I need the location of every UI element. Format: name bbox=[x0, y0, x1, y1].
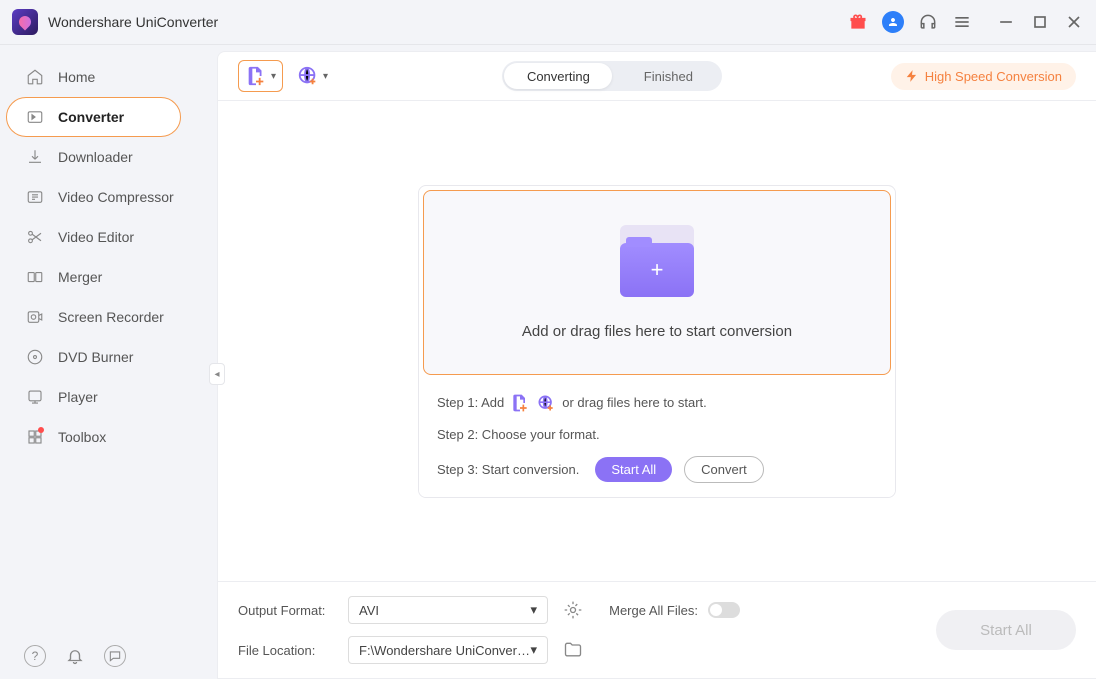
main-panel: ▾ ▾ Converting Finished High Speed Conve… bbox=[217, 51, 1096, 679]
merge-label: Merge All Files: bbox=[598, 603, 698, 618]
close-icon[interactable] bbox=[1064, 12, 1084, 32]
hamburger-icon[interactable] bbox=[952, 12, 972, 32]
sidebar-item-label: Video Editor bbox=[58, 229, 134, 245]
maximize-icon[interactable] bbox=[1030, 12, 1050, 32]
tab-switch: Converting Finished bbox=[502, 61, 722, 91]
step-text: Step 3: Start conversion. bbox=[437, 462, 579, 477]
step-text: or drag files here to start. bbox=[562, 395, 707, 410]
download-icon bbox=[26, 148, 44, 166]
drop-zone[interactable]: + Add or drag files here to start conver… bbox=[423, 190, 891, 375]
notification-dot bbox=[38, 427, 44, 433]
sidebar: Home Converter Downloader Video Compress… bbox=[0, 45, 217, 679]
footer: Output Format: AVI ▾ Merge All Files: St… bbox=[218, 581, 1096, 678]
steps-list: Step 1: Add or drag files here to start.… bbox=[419, 379, 895, 497]
high-speed-button[interactable]: High Speed Conversion bbox=[891, 63, 1076, 90]
chevron-down-icon: ▾ bbox=[530, 642, 537, 658]
file-location-label: File Location: bbox=[238, 643, 338, 658]
sidebar-item-label: Downloader bbox=[58, 149, 133, 165]
chevron-down-icon: ▾ bbox=[530, 602, 537, 618]
user-icon[interactable] bbox=[882, 11, 904, 33]
sidebar-collapse-button[interactable]: ◂ bbox=[209, 363, 225, 385]
compress-icon bbox=[26, 188, 44, 206]
home-icon bbox=[26, 68, 44, 86]
step-text: Step 2: Choose your format. bbox=[437, 427, 600, 442]
converter-icon bbox=[26, 108, 44, 126]
sidebar-item-compressor[interactable]: Video Compressor bbox=[0, 177, 217, 217]
sidebar-item-player[interactable]: Player bbox=[0, 377, 217, 417]
step-1: Step 1: Add or drag files here to start. bbox=[437, 393, 877, 413]
tab-finished[interactable]: Finished bbox=[614, 61, 722, 91]
folder-plus-icon: + bbox=[592, 225, 722, 305]
file-location-select[interactable]: F:\Wondershare UniConverter ▾ bbox=[348, 636, 548, 664]
app-title: Wondershare UniConverter bbox=[48, 14, 218, 30]
headset-icon[interactable] bbox=[918, 12, 938, 32]
record-icon bbox=[26, 308, 44, 326]
minimize-icon[interactable] bbox=[996, 12, 1016, 32]
step-text: Step 1: Add bbox=[437, 395, 504, 410]
high-speed-label: High Speed Conversion bbox=[925, 69, 1062, 84]
add-url-button[interactable]: ▾ bbox=[291, 61, 334, 91]
sidebar-item-label: Home bbox=[58, 69, 95, 85]
output-format-value: AVI bbox=[359, 603, 379, 618]
step-3: Step 3: Start conversion. Start All Conv… bbox=[437, 456, 877, 483]
output-settings-icon[interactable] bbox=[558, 600, 588, 620]
sidebar-item-home[interactable]: Home bbox=[0, 57, 217, 97]
convert-sample-button[interactable]: Convert bbox=[684, 456, 764, 483]
sidebar-item-converter[interactable]: Converter bbox=[0, 97, 217, 137]
sidebar-item-label: Merger bbox=[58, 269, 102, 285]
add-url-mini-icon[interactable] bbox=[536, 393, 556, 413]
output-format-select[interactable]: AVI ▾ bbox=[348, 596, 548, 624]
merge-icon bbox=[26, 268, 44, 286]
drop-caption: Add or drag files here to start conversi… bbox=[522, 323, 792, 340]
open-folder-icon[interactable] bbox=[558, 640, 588, 660]
help-icon[interactable]: ? bbox=[24, 645, 46, 667]
output-format-label: Output Format: bbox=[238, 603, 338, 618]
sidebar-item-label: Video Compressor bbox=[58, 189, 174, 205]
sidebar-item-downloader[interactable]: Downloader bbox=[0, 137, 217, 177]
file-location-value: F:\Wondershare UniConverter bbox=[359, 643, 530, 658]
chevron-down-icon: ▾ bbox=[323, 71, 328, 82]
gift-icon[interactable] bbox=[848, 12, 868, 32]
tab-converting[interactable]: Converting bbox=[504, 63, 612, 89]
sidebar-item-dvd[interactable]: DVD Burner bbox=[0, 337, 217, 377]
sidebar-item-label: Player bbox=[58, 389, 98, 405]
sidebar-item-label: Screen Recorder bbox=[58, 309, 164, 325]
drop-panel: + Add or drag files here to start conver… bbox=[418, 185, 896, 498]
sidebar-item-recorder[interactable]: Screen Recorder bbox=[0, 297, 217, 337]
bell-icon[interactable] bbox=[64, 645, 86, 667]
chevron-down-icon: ▾ bbox=[271, 71, 276, 82]
sidebar-item-toolbox[interactable]: Toolbox bbox=[0, 417, 217, 457]
sidebar-item-label: Converter bbox=[58, 109, 124, 125]
merge-toggle[interactable] bbox=[708, 602, 740, 618]
topbar: ▾ ▾ Converting Finished High Speed Conve… bbox=[218, 52, 1096, 100]
sidebar-item-label: Toolbox bbox=[58, 429, 106, 445]
step-2: Step 2: Choose your format. bbox=[437, 427, 877, 442]
app-logo bbox=[12, 9, 38, 35]
chat-icon[interactable] bbox=[104, 645, 126, 667]
sidebar-item-merger[interactable]: Merger bbox=[0, 257, 217, 297]
start-all-sample-button[interactable]: Start All bbox=[595, 457, 672, 482]
add-file-button[interactable]: ▾ bbox=[238, 60, 283, 92]
start-all-button[interactable]: Start All bbox=[936, 610, 1076, 650]
sidebar-item-editor[interactable]: Video Editor bbox=[0, 217, 217, 257]
scissors-icon bbox=[26, 228, 44, 246]
add-file-mini-icon[interactable] bbox=[510, 393, 530, 413]
sidebar-item-label: DVD Burner bbox=[58, 349, 133, 365]
disc-icon bbox=[26, 348, 44, 366]
play-icon bbox=[26, 388, 44, 406]
titlebar: Wondershare UniConverter bbox=[0, 0, 1096, 45]
